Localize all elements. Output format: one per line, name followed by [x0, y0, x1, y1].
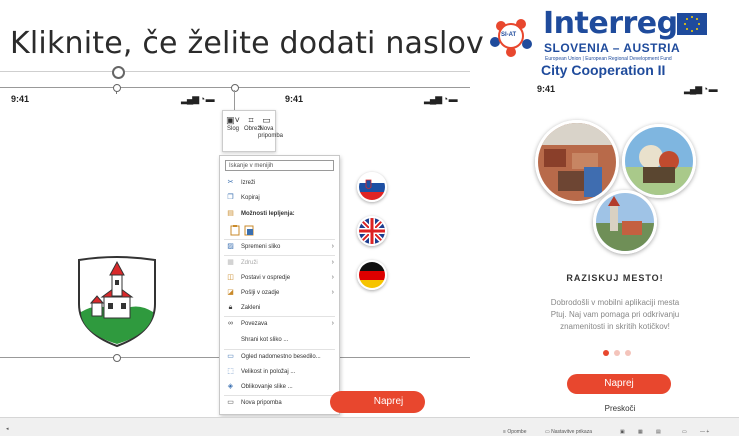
rotation-handle[interactable] — [112, 66, 125, 79]
skip-link[interactable]: Preskoči — [588, 404, 652, 413]
comment-icon: ▭ — [227, 399, 234, 406]
menu-item-bring-to-front[interactable]: ◫ Postavi v ospredje › — [220, 272, 339, 284]
si-at-badge: SI-AT — [501, 32, 517, 38]
menu-search-input[interactable]: Iskanje v menijih — [225, 160, 334, 171]
new-comment-label-2: pripomba — [258, 133, 284, 139]
selection-handle-top[interactable] — [113, 84, 121, 92]
photo-city-circle — [593, 190, 657, 254]
right-phone-signal-icon: ▂▄▆ ◔ ▬ — [684, 84, 718, 94]
menu-item-send-to-back[interactable]: ◪ Pošlji v ozadje › — [220, 287, 339, 299]
logo-city-text: City Cooperation II — [541, 62, 666, 78]
photo-kurent-circle — [622, 124, 696, 198]
slide-title-placeholder[interactable]: Kliknite, če želite dodati naslov — [10, 26, 484, 61]
style-icon: ▣˅ — [226, 115, 240, 125]
menu-item-format-picture[interactable]: ◈ Oblikovanje slike ... — [220, 381, 339, 393]
flag-germany-icon[interactable] — [357, 260, 387, 290]
display-settings-button[interactable]: ▭ Nastavitve prikaza — [545, 429, 592, 435]
flag-slovenia-icon[interactable] — [357, 172, 387, 202]
menu-item-new-comment[interactable]: ▭ Nova pripomba — [220, 397, 339, 409]
submenu-chevron-icon: › — [331, 289, 334, 296]
zoom-slider[interactable]: — + — [700, 429, 709, 435]
menu-separator — [224, 316, 335, 317]
context-menu: Iskanje v menijih ✂ Izreži ❐ Kopiraj ▤ M… — [219, 155, 340, 415]
menu-item-size-position[interactable]: ⬚ Velikost in položaj ... — [220, 366, 339, 378]
scissors-icon: ✂ — [227, 179, 234, 186]
left-phone-time: 9:41 — [11, 94, 30, 104]
logo-country-text: SLOVENIA – AUSTRIA — [544, 41, 681, 55]
middle-next-button[interactable]: Naprej — [330, 391, 425, 413]
right-screen-description-line-1: Dobrodošli v mobilni aplikaciji mesta — [550, 298, 680, 307]
menu-item-link[interactable]: ∞ Povezava › — [220, 318, 339, 330]
pagination-dot[interactable] — [625, 350, 631, 356]
pagination-dot[interactable] — [614, 350, 620, 356]
style-button[interactable]: ▣˅ Slog — [226, 115, 240, 133]
new-comment-button[interactable]: ▭ Nova pripomba — [258, 115, 284, 140]
alt-text-icon: ▭ — [227, 353, 234, 360]
selection-handle-bottom[interactable] — [113, 354, 121, 362]
submenu-chevron-icon: › — [331, 274, 334, 281]
menu-separator — [224, 349, 335, 350]
style-label: Slog — [226, 126, 239, 132]
clipboard-icon: ▤ — [227, 210, 234, 217]
interreg-wordmark: Interreg — [543, 6, 678, 41]
change-picture-icon: ▨ — [227, 243, 234, 250]
menu-item-lock[interactable]: 🔒︎ Zakleni — [220, 302, 339, 314]
paste-picture-icon[interactable] — [244, 223, 254, 236]
pagination-dot-active[interactable] — [603, 350, 609, 356]
slide-sorter-icon[interactable]: ▦ — [638, 429, 643, 435]
format-picture-icon: ◈ — [227, 383, 234, 390]
menu-item-group: ▦ Združi › — [220, 257, 339, 269]
menu-item-save-as-picture[interactable]: Shrani kot sliko ... — [220, 334, 339, 346]
status-bar-left-indicator: ◂ — [6, 426, 9, 432]
size-position-icon: ⬚ — [227, 368, 234, 375]
send-back-icon: ◪ — [227, 289, 234, 296]
crop-icon: ⌗ — [248, 115, 254, 125]
right-phone-time: 9:41 — [537, 84, 556, 94]
eu-flag-icon — [677, 13, 707, 35]
selection-handle-top-right[interactable] — [231, 84, 239, 92]
menu-item-copy[interactable]: ❐ Kopiraj — [220, 192, 339, 204]
normal-view-icon[interactable]: ▣ — [620, 429, 625, 435]
middle-phone-signal-icon: ▂▄▆ ◔ ▬ — [424, 94, 458, 104]
ptuj-coat-of-arms — [76, 256, 158, 348]
comment-icon: ▭ — [262, 115, 271, 125]
paste-keep-icon[interactable] — [230, 223, 240, 236]
mini-toolbar: ▣˅ Slog ⌗ Obreži ▭ Nova pripomba — [222, 110, 284, 152]
submenu-chevron-icon: › — [331, 243, 334, 250]
copy-icon: ❐ — [227, 194, 234, 201]
notes-button[interactable]: ≡ Opombe — [503, 429, 527, 435]
menu-separator — [224, 395, 335, 396]
group-icon: ▦ — [227, 259, 234, 266]
app-status-bar: ◂ ≡ Opombe ▭ Nastavitve prikaza ▣ ▦ ▤ ▭ … — [0, 417, 739, 436]
submenu-chevron-icon: › — [331, 259, 334, 266]
middle-phone-time: 9:41 — [285, 94, 304, 104]
left-phone-signal-icon: ▂▄▆ ◔ ▬ — [181, 94, 215, 104]
title-divider — [0, 71, 470, 72]
menu-separator — [224, 255, 335, 256]
new-comment-label-1: Nova — [259, 126, 274, 132]
bring-front-icon: ◫ — [227, 274, 234, 281]
menu-item-change-picture[interactable]: ▨ Spremeni sliko › — [220, 241, 339, 253]
menu-separator — [224, 239, 335, 240]
menu-item-alt-text[interactable]: ▭ Ogled nadomestno besedilo... — [220, 351, 339, 363]
menu-item-paste-options: ▤ Možnosti lepljenja: — [227, 210, 295, 217]
right-next-button[interactable]: Naprej — [567, 374, 671, 394]
photo-castle-circle — [535, 120, 619, 204]
right-screen-description-line-2: Ptuj. Naj vam pomaga pri odkrivanju — [550, 310, 680, 319]
flag-uk-icon[interactable] — [357, 216, 387, 246]
submenu-chevron-icon: › — [331, 320, 334, 327]
menu-item-cut[interactable]: ✂ Izreži — [220, 177, 339, 189]
lock-icon: 🔒︎ — [228, 304, 233, 311]
slideshow-icon[interactable]: ▭ — [682, 429, 687, 435]
crop-button[interactable]: ⌗ Obreži — [244, 115, 262, 133]
reading-view-icon[interactable]: ▤ — [656, 429, 661, 435]
right-screen-description-line-3: znamenitosti in skritih kotičkov! — [560, 322, 670, 331]
crop-label: Obreži — [244, 126, 262, 132]
link-icon: ∞ — [228, 320, 233, 327]
right-screen-heading: RAZISKUJ MESTO! — [566, 273, 664, 283]
